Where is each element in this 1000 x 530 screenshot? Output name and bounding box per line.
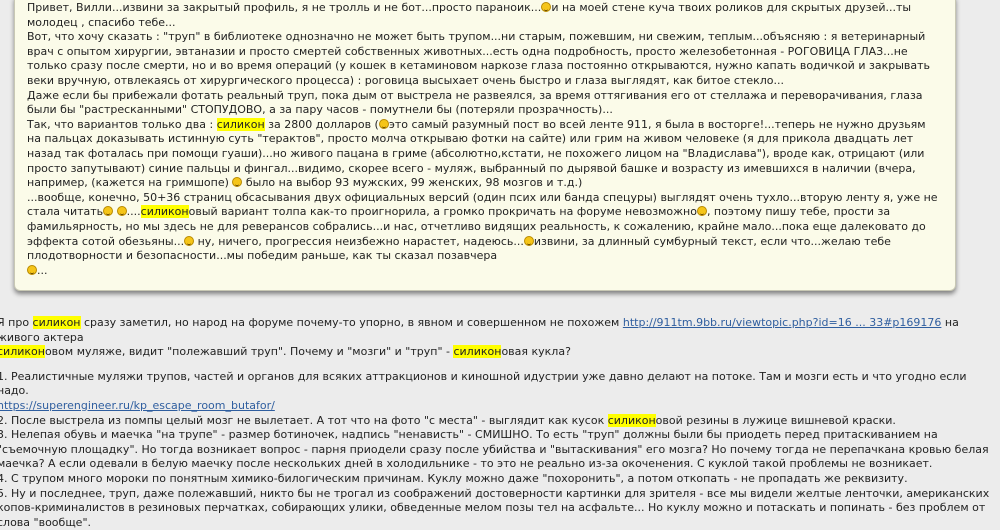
butafor-link[interactable]: https://superengineer.ru/kp_escape_room_… [0, 399, 275, 412]
smile-icon [116, 206, 127, 217]
topic-link[interactable]: http://911tm.9bb.ru/viewtopic.php?id=16 … [623, 316, 942, 329]
search-highlight: силикон [453, 345, 502, 359]
list-item-4: 4. С трупом много мороки по понятным хим… [0, 471, 908, 485]
quote-paragraph-3: Даже если бы прибежали фотать реальный т… [27, 88, 923, 117]
quote-paragraph-5: ...вообще, конечно, 50+36 страниц обсасы… [27, 190, 938, 277]
smile-icon [103, 206, 114, 217]
search-highlight: силикон [140, 205, 189, 219]
list-item-5: 5. Ну и последнее, труп, даже полежавший… [0, 486, 990, 529]
smile-icon [184, 235, 195, 246]
smile-icon [232, 177, 243, 188]
quote-paragraph-4: Так, что вариантов только два : силикон … [27, 117, 926, 190]
quote-paragraph-1: Привет, Вилли...извини за закрытый профи… [27, 1, 912, 29]
search-highlight: силикон [216, 117, 265, 131]
post-body: Я про силикон сразу заметил, но народ на… [0, 316, 997, 530]
smile-icon [378, 118, 389, 129]
smile-icon [541, 2, 552, 12]
quoted-message: Привет, Вилли...извини за закрытый профи… [14, 0, 956, 292]
list-item-2: 2. После выстрела из помпы целый мозг не… [0, 413, 896, 427]
search-highlight: силикон [32, 316, 81, 329]
smile-icon [27, 264, 37, 275]
search-highlight: силикон [607, 413, 656, 427]
list-item-1: 1. Реалистичные муляжи трупов, частей и … [0, 370, 997, 414]
smile-icon [523, 235, 534, 246]
list-item-3: 3. Нелепая обувь и маечка "на трупе" - р… [0, 428, 989, 471]
quote-paragraph-2: Вот, что хочу сказать : "труп" в библиот… [27, 30, 930, 87]
post-intro: Я про силикон сразу заметил, но народ на… [0, 316, 997, 360]
smile-icon [696, 206, 707, 217]
search-highlight: силикон [0, 345, 45, 359]
